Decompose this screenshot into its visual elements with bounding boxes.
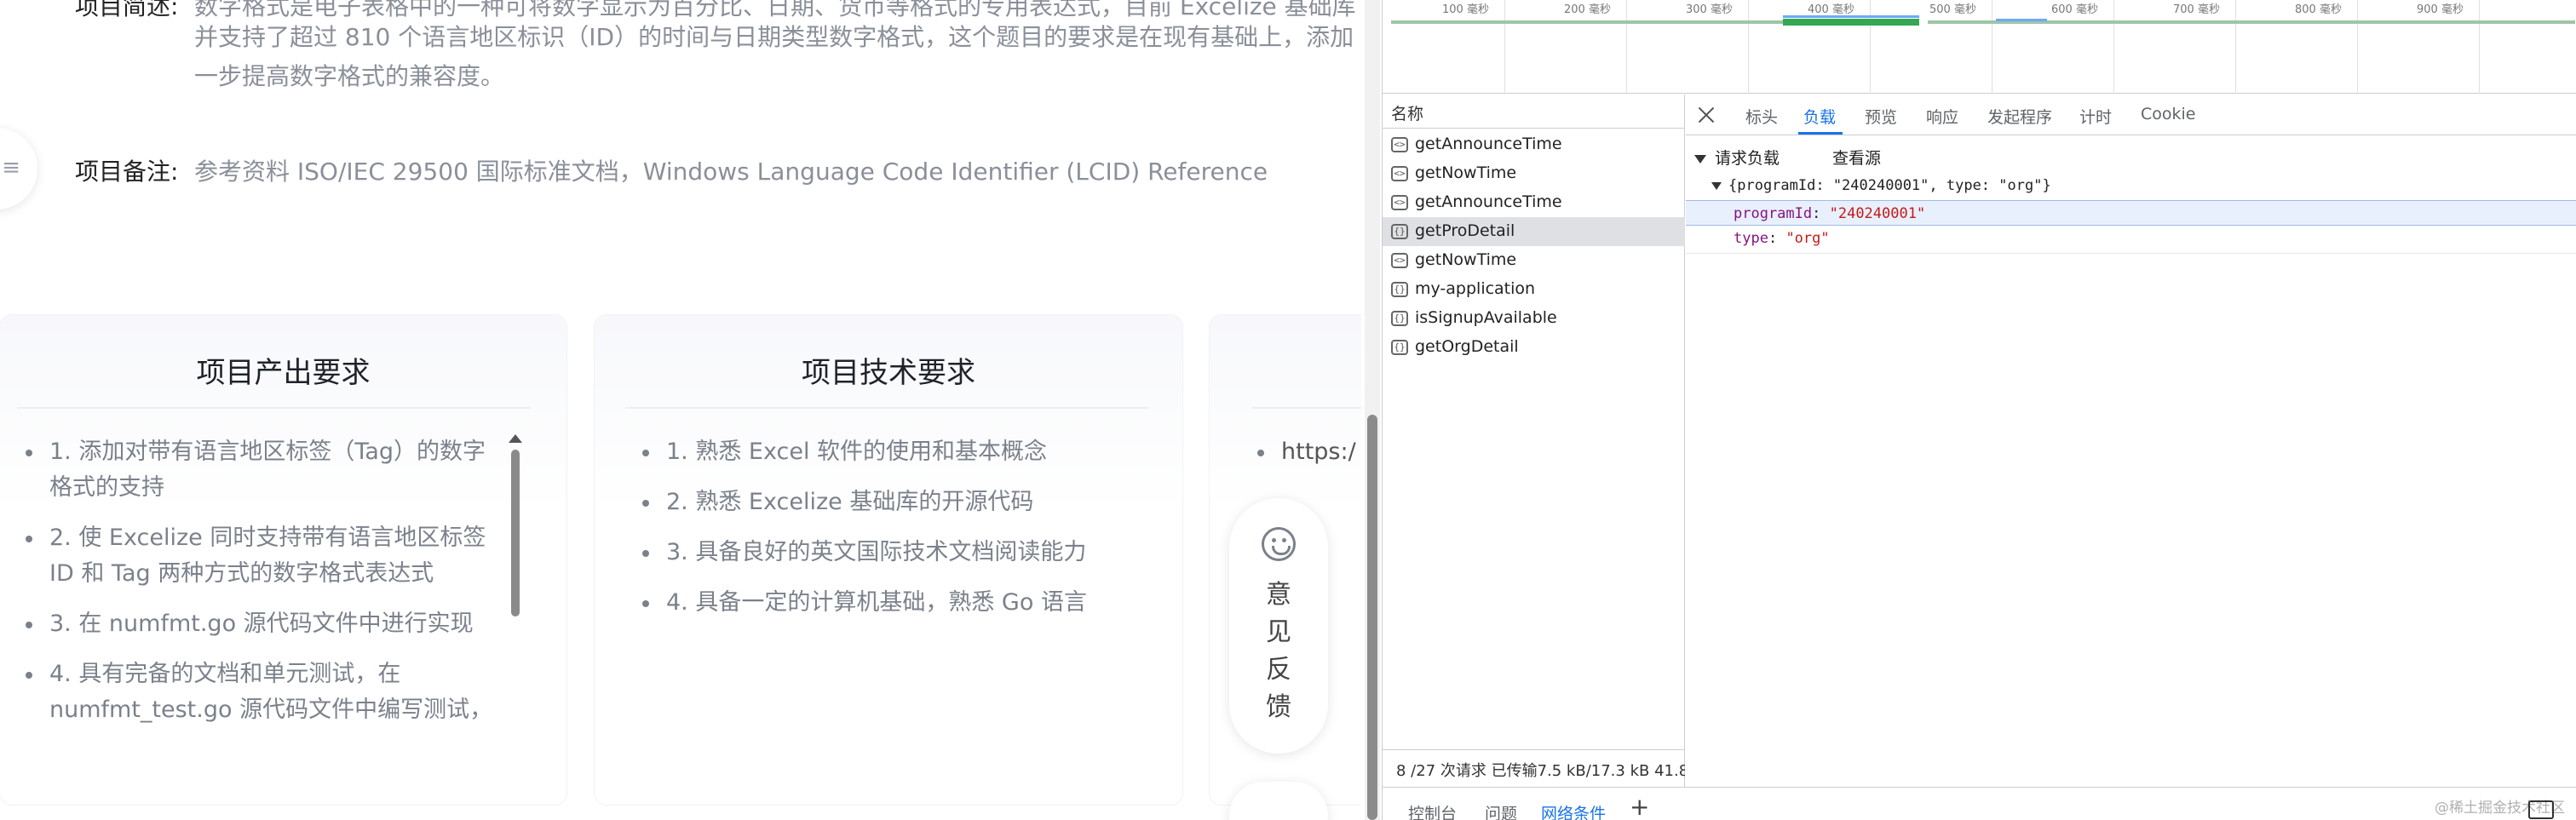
feedback-char: 反 — [1266, 655, 1291, 685]
notes-value: 参考资料 ISO/IEC 29500 国际标准文档，Windows Langua… — [194, 158, 1268, 186]
xhr-icon: <> — [1391, 137, 1408, 152]
fetch-icon: {} — [1391, 224, 1408, 239]
scroll-up-arrow-icon[interactable] — [509, 434, 522, 443]
output-list: 1. 添加对带有语言地区标签（Tag）的数字 格式的支持 2. 使 Exceliz… — [26, 434, 511, 743]
timeline-tick: 300 毫秒 — [1686, 3, 1733, 16]
dock-side-icon[interactable] — [2528, 800, 2554, 819]
card-scrollbar[interactable] — [509, 434, 522, 715]
page-scrollbar[interactable] — [1365, 0, 1380, 820]
timeline-tick: 100 毫秒 — [1442, 3, 1489, 16]
request-payload-section[interactable]: 请求负载 — [1694, 146, 1780, 169]
devtools-panel: 100 毫秒 200 毫秒 300 毫秒 400 毫秒 500 毫秒 600 毫… — [1382, 0, 2576, 820]
card-title: 项目产出要求 — [196, 356, 371, 390]
links-list: https:/ — [1257, 434, 1361, 485]
devtools-drawer-tabs: 控制台 问题 网络条件 + — [1383, 787, 2576, 820]
feedback-char: 馈 — [1266, 692, 1291, 722]
request-row[interactable]: {} getOrgDetail — [1383, 333, 1685, 362]
tab-preview[interactable]: 预览 — [1865, 105, 1897, 128]
list-icon: ⁝≡ — [0, 155, 20, 181]
payload-field-row[interactable]: type: "org" — [1686, 226, 2576, 251]
expand-triangle-icon — [1694, 154, 1706, 163]
payload-summary-row[interactable]: {programId: "240240001", type: "org"} — [1686, 173, 2576, 198]
feedback-char: 意 — [1266, 580, 1291, 610]
list-item: 4. 具备一定的计算机基础，熟悉 Go 语言 — [642, 585, 1153, 621]
list-item: 2. 使 Excelize 同时支持带有语言地区标签 ID 和 Tag 两种方式的… — [26, 520, 511, 592]
request-row[interactable]: {} my-application — [1383, 275, 1685, 304]
page-scrollbar-thumb[interactable] — [1367, 415, 1377, 820]
timeline-tick: 900 毫秒 — [2417, 3, 2464, 16]
fetch-icon: {} — [1391, 340, 1408, 355]
toc-toggle-button[interactable]: ⁝≡ — [0, 128, 37, 209]
timeline-tick: 200 毫秒 — [1564, 3, 1611, 16]
active-tab-indicator — [1798, 132, 1843, 135]
tab-cookies[interactable]: Cookie — [2141, 105, 2196, 123]
divider — [1686, 253, 2576, 254]
view-source-link[interactable]: 查看源 — [1832, 146, 1881, 169]
back-to-top-button[interactable] — [1229, 782, 1328, 820]
tab-timing[interactable]: 计时 — [2079, 105, 2112, 128]
request-row-selected[interactable]: {} getProDetail — [1383, 217, 1685, 246]
list-item: 1. 添加对带有语言地区标签（Tag）的数字 格式的支持 — [26, 434, 511, 506]
timeline-tick: 500 毫秒 — [1929, 3, 1976, 16]
tab-payload[interactable]: 负载 — [1803, 105, 1836, 128]
divider — [625, 407, 1148, 409]
request-detail-pane: 标头 负载 预览 响应 发起程序 计时 Cookie 请求负载 查看源 {pro… — [1686, 95, 2576, 820]
expand-triangle-icon — [1711, 181, 1722, 190]
timeline-tick: 600 毫秒 — [2051, 3, 2098, 16]
tab-headers[interactable]: 标头 — [1745, 105, 1778, 128]
summary-label: 项目简述: — [75, 0, 179, 20]
name-column-header[interactable]: 名称 — [1383, 95, 1685, 129]
drawer-tab-network-conditions[interactable]: 网络条件 — [1541, 801, 1606, 820]
notes-label: 项目备注: — [75, 158, 179, 186]
tab-initiator[interactable]: 发起程序 — [1987, 105, 2052, 128]
summary-line-2: 并支持了超过 810 个语言地区标识（ID）的时间与日期类型数字格式，这个题目的… — [194, 23, 1354, 51]
fetch-icon: {} — [1391, 311, 1408, 326]
request-row[interactable]: <> getNowTime — [1383, 159, 1685, 188]
xhr-icon: <> — [1391, 195, 1408, 210]
summary-line-3: 一步提高数字格式的兼容度。 — [194, 62, 505, 90]
divider — [1252, 407, 1361, 409]
list-item: 3. 具备良好的英文国际技术文档阅读能力 — [642, 535, 1153, 571]
xhr-icon: <> — [1391, 253, 1408, 268]
payload-field-row[interactable]: programId: "240240001" — [1686, 200, 2576, 226]
list-item: 1. 熟悉 Excel 软件的使用和基本概念 — [642, 434, 1153, 470]
project-page: 项目简述: 数字格式是电子表格中的一种可将数字显示为百分比、日期、货币等格式的专… — [0, 0, 1361, 820]
timeline-tick: 700 毫秒 — [2173, 3, 2220, 16]
list-item: 4. 具有完备的文档和单元测试，在 numfmt_test.go 源代码文件中编写… — [26, 657, 511, 728]
fetch-icon: {} — [1391, 282, 1408, 297]
detail-tabs: 标头 负载 预览 响应 发起程序 计时 Cookie — [1686, 95, 2576, 135]
request-row[interactable]: {} isSignupAvailable — [1383, 304, 1685, 333]
tab-response[interactable]: 响应 — [1926, 105, 1958, 128]
xhr-icon: <> — [1391, 166, 1408, 181]
close-icon[interactable] — [1696, 105, 1716, 125]
request-row[interactable]: <> getNowTime — [1383, 246, 1685, 275]
card-title: 项目技术要求 — [802, 356, 975, 390]
network-summary-status: 8 /27 次请求 已传输7.5 kB/17.3 kB 41.8 — [1383, 749, 1685, 787]
add-tab-icon[interactable]: + — [1630, 793, 1649, 820]
request-list-pane: 名称 <> getAnnounceTime <> getNowTime <> getA… — [1383, 95, 1685, 820]
output-requirements-card: 项目产出要求 1. 添加对带有语言地区标签（Tag）的数字 格式的支持 2. 使 … — [0, 315, 566, 805]
divider — [17, 407, 531, 409]
network-overview-timeline[interactable]: 100 毫秒 200 毫秒 300 毫秒 400 毫秒 500 毫秒 600 毫… — [1383, 0, 2576, 94]
tech-requirements-card: 项目技术要求 1. 熟悉 Excel 软件的使用和基本概念 2. 熟悉 Exce… — [595, 315, 1182, 805]
request-row[interactable]: <> getAnnounceTime — [1383, 130, 1685, 159]
request-row[interactable]: <> getAnnounceTime — [1383, 188, 1685, 217]
timeline-tick: 800 毫秒 — [2295, 3, 2342, 16]
scrollbar-thumb[interactable] — [511, 450, 520, 616]
link-item[interactable]: https:/ — [1257, 434, 1361, 470]
feedback-button[interactable]: 意 见 反 馈 — [1229, 498, 1328, 754]
tech-list: 1. 熟悉 Excel 软件的使用和基本概念 2. 熟悉 Excelize 基础… — [642, 434, 1153, 635]
list-item: 3. 在 numfmt.go 源代码文件中进行实现 — [26, 606, 511, 642]
drawer-tab-console[interactable]: 控制台 — [1408, 801, 1457, 820]
timeline-tick: 400 毫秒 — [1808, 3, 1854, 16]
feedback-char: 见 — [1266, 617, 1291, 647]
list-item: 2. 熟悉 Excelize 基础库的开源代码 — [642, 485, 1153, 520]
smile-icon — [1262, 527, 1296, 561]
drawer-tab-issues[interactable]: 问题 — [1485, 801, 1517, 820]
